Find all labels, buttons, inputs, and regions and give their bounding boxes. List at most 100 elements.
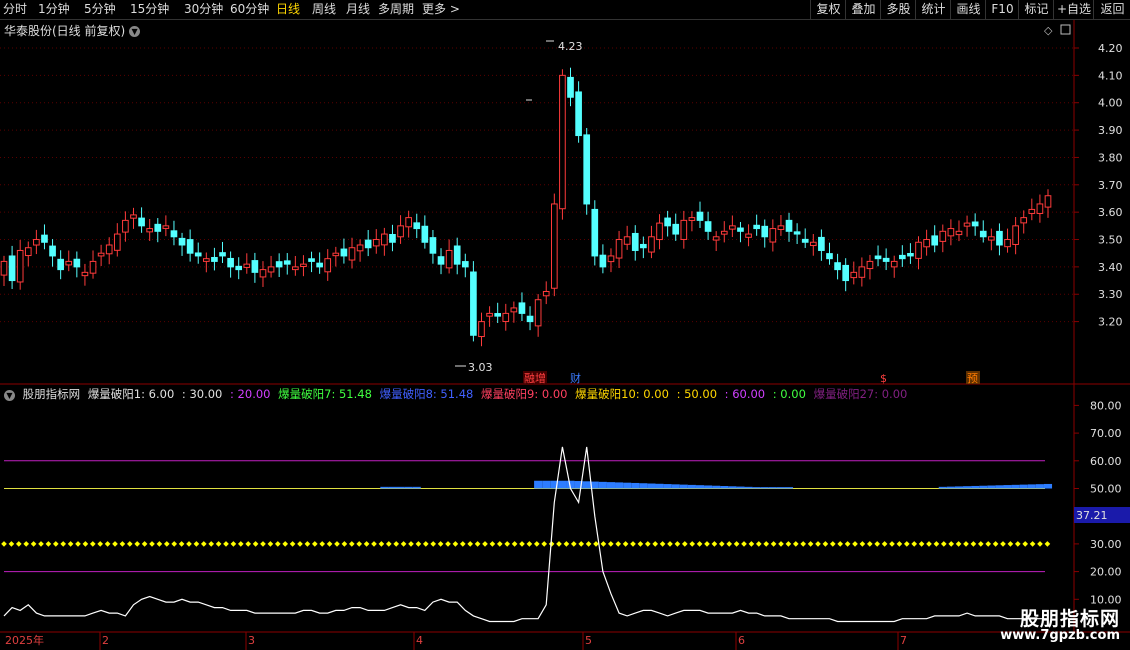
date-label-may: 5 [585, 634, 592, 647]
yellow-dot [208, 541, 215, 547]
candle-body [575, 91, 582, 137]
yellow-dot [467, 541, 474, 547]
indicator-value-7: 爆量破阳7: 51.48 [278, 387, 372, 401]
blue-bar [639, 483, 648, 489]
yellow-dot [223, 541, 229, 547]
indicator-name[interactable]: 股朋指标网 [23, 387, 81, 401]
yellow-dot [1037, 541, 1043, 547]
candle-body [292, 266, 299, 271]
blue-bar [1035, 484, 1044, 489]
yellow-dot [408, 541, 414, 547]
candle-body [227, 257, 234, 268]
yellow-dot [459, 541, 466, 547]
blue-bar [784, 487, 794, 489]
blue-bar [946, 486, 955, 489]
candle-body [453, 245, 461, 265]
blue-bar [687, 484, 696, 489]
yellow-dot [23, 541, 30, 547]
yellow-dot [1044, 541, 1051, 547]
yellow-dot [237, 541, 244, 547]
candle-body [640, 243, 647, 249]
yellow-dot [30, 541, 37, 547]
marker-forecast[interactable]: 预 [967, 372, 978, 385]
candle-body [915, 241, 922, 259]
candle-body [882, 257, 890, 262]
candle-body [688, 217, 696, 221]
blue-bar [768, 487, 777, 489]
indicator-yellow-dots [1, 541, 1051, 547]
yellow-dot [570, 541, 577, 547]
blue-bar [971, 485, 980, 489]
yellow-dot [844, 541, 851, 547]
candle-body [33, 239, 40, 246]
candle-body [356, 244, 364, 252]
marker-rzz[interactable]: 融增 [524, 371, 546, 385]
yellow-dot [726, 541, 733, 547]
yellow-dot [97, 541, 104, 547]
yellow-dot [445, 541, 451, 547]
candle-body [1012, 225, 1019, 245]
candle-body [470, 271, 477, 336]
yellow-dot [630, 541, 636, 547]
price-axis: 4.20 4.10 4.00 3.90 3.80 3.70 3.60 3.50 3.40 3.30… [1074, 42, 1123, 329]
yellow-dot [378, 541, 385, 547]
candle-body [591, 208, 599, 257]
candle-body [753, 224, 760, 230]
yellow-dot [311, 541, 318, 547]
candle-body [834, 262, 841, 271]
candle-body [8, 255, 16, 282]
candle-body [729, 225, 736, 230]
candle-body [858, 266, 866, 278]
window-icon[interactable] [1060, 24, 1071, 35]
diamond-icon[interactable]: ◇ [1044, 24, 1053, 37]
yellow-dot [889, 541, 895, 547]
candle-body [955, 230, 963, 236]
candle-body [656, 222, 663, 241]
candle-body [316, 262, 323, 268]
blue-bar [1027, 484, 1036, 489]
candle-body [324, 258, 332, 273]
date-label-jul: 7 [900, 634, 907, 647]
blue-bar [963, 486, 972, 489]
yellow-dot [230, 541, 237, 547]
candle-body [1044, 195, 1052, 208]
candle-body [105, 244, 113, 255]
indicator-tick-label: 70.00 [1090, 427, 1122, 440]
yellow-dot [267, 541, 274, 547]
date-label-apr: 4 [416, 634, 423, 647]
candle-body [623, 236, 631, 245]
yellow-dot [112, 541, 118, 547]
yellow-dot [556, 541, 562, 547]
watermark-url: www.7gpzb.com [1000, 628, 1120, 643]
candle-body [785, 219, 793, 232]
blue-bar [663, 484, 672, 489]
yellow-dot [1000, 541, 1006, 547]
candle-body [696, 211, 704, 221]
candle-body [421, 225, 429, 243]
yellow-dot [933, 541, 940, 547]
candle-body [963, 222, 971, 227]
yellow-dot [800, 541, 807, 547]
chevron-down-icon[interactable]: ▼ [4, 390, 15, 401]
yellow-dot [718, 541, 725, 547]
candle-body [818, 236, 825, 251]
yellow-dot [178, 541, 185, 547]
marker-finance[interactable]: 财 [570, 371, 581, 385]
kline-chart-canvas[interactable]: 4.20 4.10 4.00 3.90 3.80 3.70 3.60 3.50 3.40 3.30… [0, 0, 1130, 650]
yellow-dot [903, 541, 910, 547]
blue-bar [728, 486, 737, 489]
low-label: 3.03 [468, 361, 493, 374]
candle-body [510, 307, 518, 313]
candle-body [364, 239, 372, 249]
candle-body [502, 312, 510, 323]
blue-bar [388, 486, 397, 489]
yellow-dot [822, 541, 829, 547]
yellow-dot [681, 541, 688, 547]
marker-dividend[interactable]: $ [880, 372, 887, 385]
blue-bar [631, 482, 640, 489]
indicator-value-10: 爆量破阳10: 0.00 [575, 387, 669, 401]
candle-body [89, 260, 97, 274]
yellow-dot [829, 541, 836, 547]
yellow-dot [607, 541, 614, 547]
indicator-value-27: 爆量破阳27: 0.00 [813, 387, 908, 401]
